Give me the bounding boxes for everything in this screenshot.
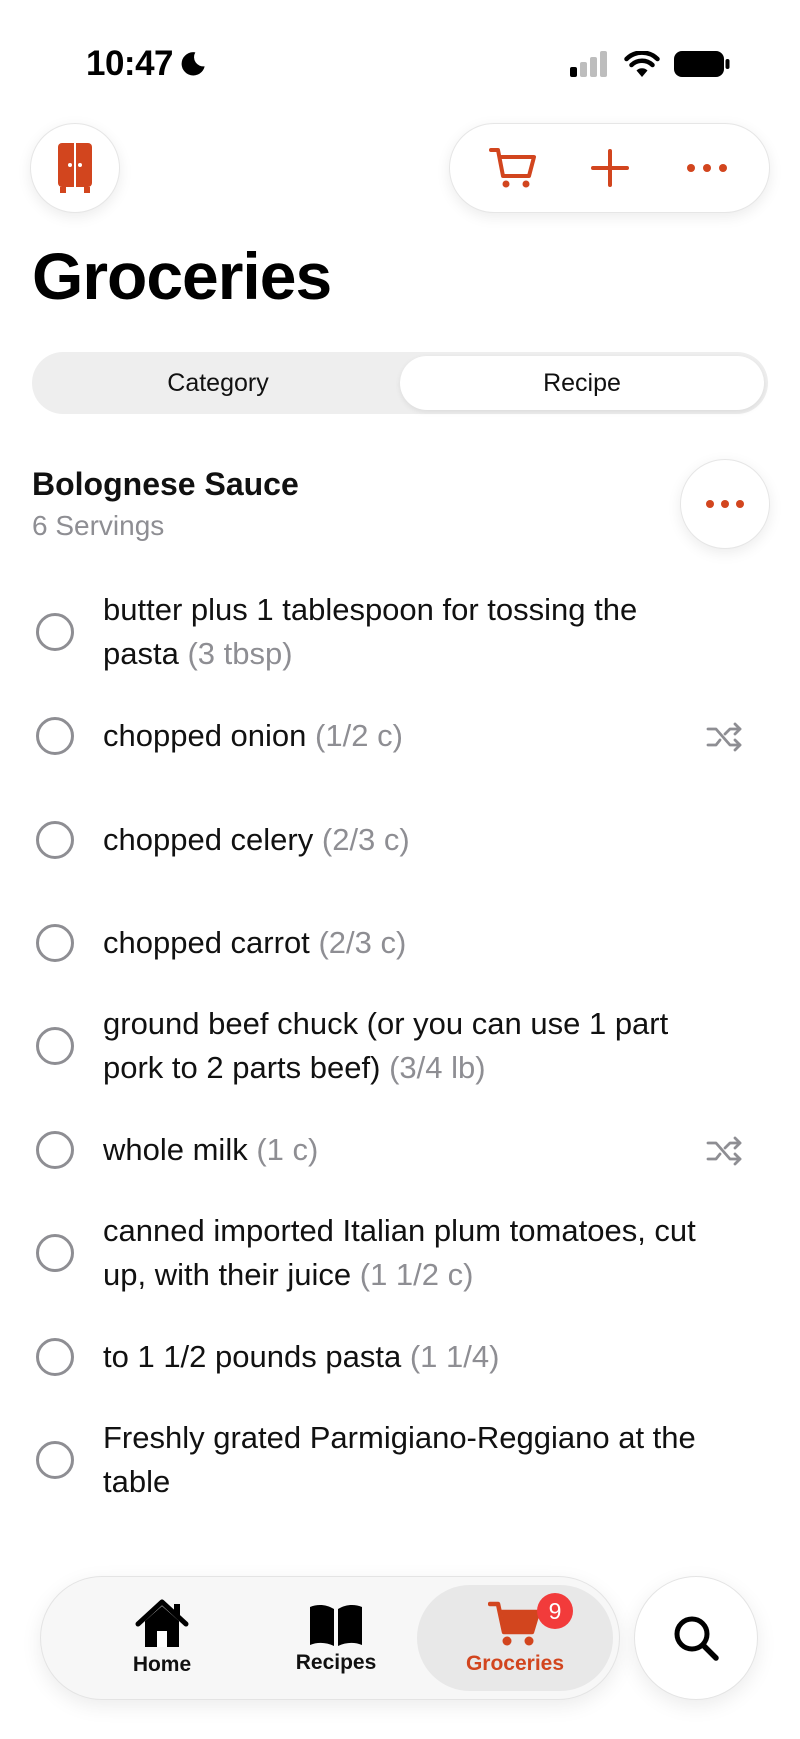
groceries-count-badge: 9 bbox=[537, 1593, 573, 1629]
item-text: butter plus 1 tablespoon for tossing the… bbox=[103, 588, 713, 676]
plus-icon bbox=[590, 149, 629, 187]
item-quantity: (3 tbsp) bbox=[187, 636, 293, 671]
add-button[interactable] bbox=[570, 133, 650, 203]
checkbox[interactable] bbox=[36, 1338, 74, 1376]
item-quantity: (1 1/2 c) bbox=[359, 1257, 474, 1292]
battery-icon bbox=[674, 51, 730, 77]
item-text: to 1 1/2 pounds pasta (1 1/4) bbox=[103, 1335, 713, 1379]
page-title: Groceries bbox=[32, 239, 332, 313]
toolbar-pill bbox=[449, 123, 770, 213]
checkbox[interactable] bbox=[36, 717, 74, 755]
checkbox[interactable] bbox=[36, 613, 74, 651]
pantry-icon bbox=[58, 143, 92, 193]
tab-recipes-label: Recipes bbox=[295, 1651, 377, 1674]
tab-home[interactable]: Home bbox=[87, 1585, 237, 1691]
checkbox[interactable] bbox=[36, 1234, 74, 1272]
tab-groceries[interactable]: Groceries 9 bbox=[417, 1585, 613, 1691]
item-name: butter plus 1 tablespoon for tossing the… bbox=[103, 592, 638, 671]
item-name: chopped onion bbox=[103, 718, 307, 753]
segment-recipe[interactable]: Recipe bbox=[400, 356, 764, 410]
cart-icon bbox=[488, 1601, 541, 1646]
item-quantity: (1 c) bbox=[256, 1132, 319, 1167]
status-time: 10:47 bbox=[86, 44, 207, 84]
shuffle-icon[interactable] bbox=[706, 1135, 744, 1167]
checkbox[interactable] bbox=[36, 924, 74, 962]
cellular-signal-icon bbox=[570, 51, 607, 77]
cart-button[interactable] bbox=[473, 133, 553, 203]
item-quantity: (1 1/4) bbox=[409, 1339, 500, 1374]
item-name: to 1 1/2 pounds pasta bbox=[103, 1339, 402, 1374]
status-time-text: 10:47 bbox=[86, 44, 174, 83]
status-icons bbox=[570, 50, 730, 78]
item-quantity: (2/3 c) bbox=[321, 822, 410, 857]
item-name: whole milk bbox=[103, 1132, 248, 1167]
recipe-title: Bolognese Sauce bbox=[32, 466, 299, 502]
tab-home-label: Home bbox=[132, 1653, 192, 1676]
item-name: ground beef chuck (or you can use 1 part… bbox=[103, 1006, 669, 1085]
tab-recipes[interactable]: Recipes bbox=[261, 1585, 411, 1691]
grouping-segmented-control: Category Recipe bbox=[32, 352, 768, 414]
item-text: chopped onion (1/2 c) bbox=[103, 714, 713, 758]
checkbox[interactable] bbox=[36, 1131, 74, 1169]
shuffle-icon[interactable] bbox=[706, 721, 744, 753]
item-quantity: (3/4 lb) bbox=[389, 1050, 486, 1085]
cart-icon bbox=[488, 148, 536, 188]
segment-category[interactable]: Category bbox=[36, 356, 400, 410]
tab-bar: Home Recipes Groceries 9 bbox=[40, 1576, 620, 1700]
item-text: chopped celery (2/3 c) bbox=[103, 818, 713, 862]
item-text: whole milk (1 c) bbox=[103, 1128, 713, 1172]
checkbox[interactable] bbox=[36, 1027, 74, 1065]
tab-groceries-label: Groceries bbox=[465, 1652, 565, 1675]
book-icon bbox=[310, 1604, 362, 1646]
pantry-button[interactable] bbox=[30, 123, 120, 213]
recipe-servings: 6 Servings bbox=[32, 510, 165, 541]
moon-icon bbox=[181, 52, 205, 76]
item-quantity: (1/2 c) bbox=[315, 718, 403, 753]
item-text: canned imported Italian plum tomatoes, c… bbox=[103, 1209, 713, 1297]
wifi-icon bbox=[624, 51, 660, 77]
house-icon bbox=[135, 1599, 189, 1647]
item-quantity: (2/3 c) bbox=[318, 925, 407, 960]
item-name: chopped carrot bbox=[103, 925, 310, 960]
item-text: chopped carrot (2/3 c) bbox=[103, 921, 713, 965]
checkbox[interactable] bbox=[36, 821, 74, 859]
more-icon bbox=[706, 500, 744, 508]
more-button[interactable] bbox=[667, 133, 747, 203]
more-icon bbox=[686, 164, 727, 172]
recipe-more-button[interactable] bbox=[680, 459, 770, 549]
item-text: ground beef chuck (or you can use 1 part… bbox=[103, 1002, 713, 1090]
checkbox[interactable] bbox=[36, 1441, 74, 1479]
item-name: chopped celery bbox=[103, 822, 314, 857]
item-name: Freshly grated Parmigiano-Reggiano at th… bbox=[103, 1420, 696, 1499]
search-icon bbox=[674, 1616, 719, 1661]
item-text: Freshly grated Parmigiano-Reggiano at th… bbox=[103, 1416, 713, 1504]
search-button[interactable] bbox=[634, 1576, 758, 1700]
